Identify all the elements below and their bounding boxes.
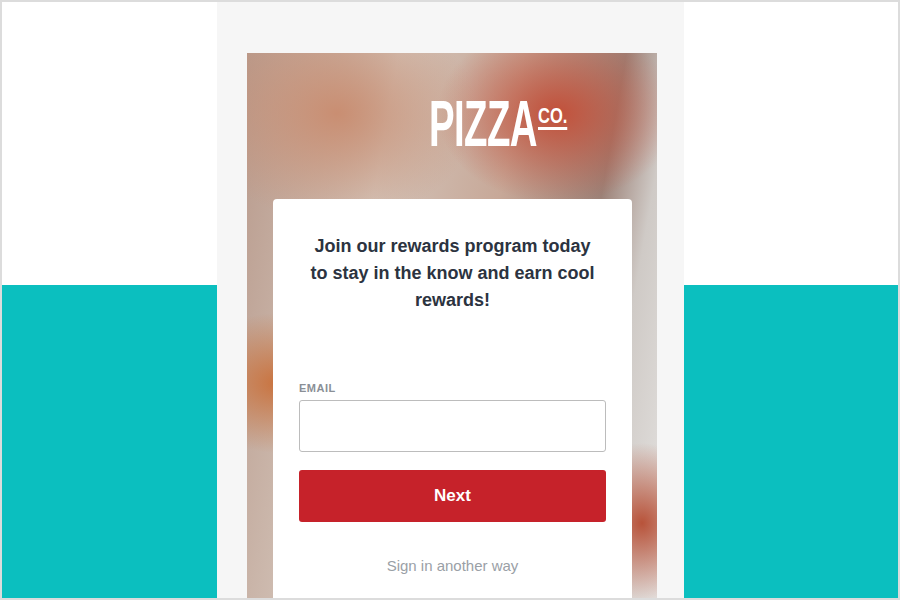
logo: PIZZACO. bbox=[277, 53, 657, 199]
phone-frame: PIZZACO. Join our rewards program today t… bbox=[217, 2, 684, 598]
signup-card: Join our rewards program today to stay i… bbox=[273, 199, 632, 598]
email-label: EMAIL bbox=[299, 382, 606, 394]
card-heading: Join our rewards program today to stay i… bbox=[308, 233, 598, 314]
sign-in-another-way-link[interactable]: Sign in another way bbox=[299, 557, 606, 574]
logo-main: PIZZA bbox=[428, 93, 536, 155]
next-button[interactable]: Next bbox=[299, 470, 606, 522]
email-input[interactable] bbox=[299, 400, 606, 452]
screen: PIZZACO. Join our rewards program today t… bbox=[0, 0, 900, 600]
logo-suffix: CO. bbox=[538, 105, 567, 130]
pizza-photo: PIZZACO. Join our rewards program today t… bbox=[247, 53, 657, 598]
